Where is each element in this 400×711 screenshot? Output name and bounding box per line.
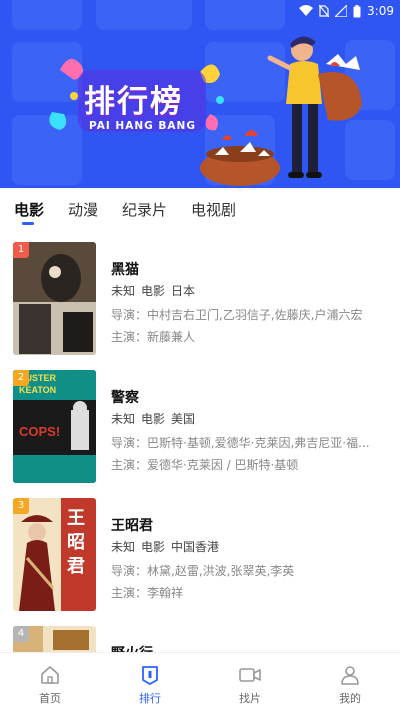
ranking-banner: 3:09 排行榜 PAI HANG BANG [0, 0, 400, 188]
battery-icon [353, 4, 361, 17]
svg-text:昭: 昭 [67, 532, 85, 553]
movie-status: 未知 [111, 284, 136, 298]
movie-category: 电影 [141, 284, 166, 298]
status-time: 3:09 [367, 4, 394, 18]
movie-category: 电影 [141, 540, 166, 554]
movie-poster[interactable]: 王 昭 君 3 [13, 498, 96, 611]
movie-director: 导演：林黛,赵雷,洪波,张翠英,李英 [111, 564, 295, 578]
movie-meta: 未知 电影 中国香港 [111, 538, 225, 555]
movie-meta: 未知 电影 日本 [111, 282, 201, 299]
movie-category: 电影 [141, 412, 166, 426]
signal-off-icon [335, 5, 348, 17]
movie-title: 警察 [111, 390, 139, 406]
movie-region: 中国香港 [171, 540, 220, 554]
movie-status: 未知 [111, 412, 136, 426]
movie-title: 王昭君 [111, 518, 153, 534]
ranking-icon [142, 666, 158, 685]
nav-ranking[interactable]: 排行 [100, 653, 200, 711]
nav-ranking-label: 排行 [139, 692, 161, 705]
list-item[interactable]: 王 昭 君 3 王昭君 未知 电影 中国香港 导演：林黛,赵雷,洪波,张翠英,李英 … [0, 488, 400, 616]
movie-title: 黑猫 [111, 262, 139, 278]
bottom-nav: 首页 排行 找片 我的 [0, 652, 400, 711]
status-bar: 3:09 [299, 4, 394, 18]
movie-meta: 未知 电影 美国 [111, 410, 201, 427]
nav-find-video[interactable]: 找片 [200, 653, 300, 711]
rank-badge: 4 [13, 626, 29, 642]
rank-badge: 1 [13, 242, 29, 258]
rank-badge: 2 [13, 370, 29, 386]
category-tabs: 电影 动漫 纪录片 电视剧 [0, 188, 400, 232]
user-icon [341, 666, 359, 685]
video-icon [239, 668, 261, 682]
nav-profile-label: 我的 [339, 692, 361, 705]
movie-region: 美国 [171, 412, 196, 426]
rank-badge: 3 [13, 498, 29, 514]
tab-tv-series[interactable]: 电视剧 [191, 188, 236, 232]
poster-art: 王 昭 君 [13, 498, 96, 611]
list-item[interactable]: BUSTER KEATON COPS! 2 警察 未知 电影 美国 导演：巴斯特·基… [0, 360, 400, 488]
movie-poster[interactable]: 4 [13, 626, 96, 652]
nav-home-label: 首页 [39, 692, 61, 705]
movie-poster[interactable]: 1 [13, 242, 96, 355]
movie-cast: 主演：李翰祥 [111, 586, 184, 600]
movie-title: 野火行 [111, 643, 153, 652]
svg-text:KEATON: KEATON [19, 385, 56, 395]
poster-art: BUSTER KEATON COPS! [13, 370, 96, 483]
tab-anime[interactable]: 动漫 [68, 188, 98, 232]
nav-profile[interactable]: 我的 [300, 653, 400, 711]
ranking-list: 1 黑猫 未知 电影 日本 导演：中村吉右卫门,乙羽信子,佐藤庆,户浦六宏 主演：新… [0, 232, 400, 652]
movie-director: 导演：巴斯特·基顿,爱德华·克莱因,弗吉尼亚·福... [111, 436, 370, 450]
movie-status: 未知 [111, 540, 136, 554]
movie-cast: 主演：新藤兼人 [111, 330, 196, 344]
tab-documentary[interactable]: 纪录片 [122, 188, 167, 232]
no-sim-icon [319, 5, 330, 17]
poster-art [13, 242, 96, 355]
svg-text:王: 王 [67, 508, 85, 529]
movie-poster[interactable]: BUSTER KEATON COPS! 2 [13, 370, 96, 483]
nav-home[interactable]: 首页 [0, 653, 100, 711]
banner-subtitle: PAI HANG BANG [89, 120, 196, 132]
svg-text:COPS!: COPS! [19, 424, 60, 439]
movie-region: 日本 [171, 284, 196, 298]
movie-cast: 主演：爱德华·克莱因 / 巴斯特·基顿 [111, 458, 299, 472]
svg-text:君: 君 [67, 556, 85, 577]
tab-movie[interactable]: 电影 [14, 188, 44, 232]
list-item[interactable]: 1 黑猫 未知 电影 日本 导演：中村吉右卫门,乙羽信子,佐藤庆,户浦六宏 主演：新… [0, 232, 400, 360]
list-item[interactable]: 4 野火行 [0, 616, 400, 652]
nav-find-video-label: 找片 [239, 692, 261, 705]
banner-title: 排行榜 [84, 84, 183, 120]
banner-illustration [12, 0, 395, 186]
wifi-icon [299, 5, 314, 16]
home-icon [41, 666, 59, 684]
movie-director: 导演：中村吉右卫门,乙羽信子,佐藤庆,户浦六宏 [111, 308, 363, 322]
